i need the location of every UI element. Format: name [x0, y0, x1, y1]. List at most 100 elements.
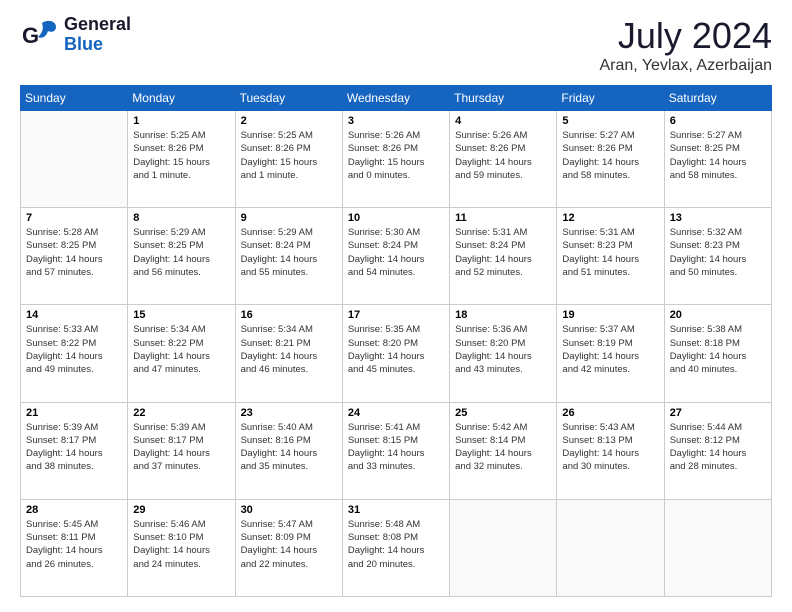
- calendar-cell: 31 Sunrise: 5:48 AM Sunset: 8:08 PM Dayli…: [342, 499, 449, 596]
- day-number: 13: [670, 212, 766, 224]
- day-number: 28: [26, 504, 122, 516]
- day-number: 31: [348, 504, 444, 516]
- day-info: Sunrise: 5:25 AM Sunset: 8:26 PM Dayligh…: [133, 129, 229, 182]
- day-number: 26: [562, 407, 658, 419]
- day-info: Sunrise: 5:26 AM Sunset: 8:26 PM Dayligh…: [455, 129, 551, 182]
- calendar-cell: 27 Sunrise: 5:44 AM Sunset: 8:12 PM Dayli…: [664, 402, 771, 499]
- weekday-header-wednesday: Wednesday: [342, 86, 449, 111]
- calendar-cell: 23 Sunrise: 5:40 AM Sunset: 8:16 PM Dayli…: [235, 402, 342, 499]
- calendar-cell: [21, 111, 128, 208]
- weekday-header-saturday: Saturday: [664, 86, 771, 111]
- weekday-header-tuesday: Tuesday: [235, 86, 342, 111]
- logo-icon: G: [20, 15, 60, 55]
- day-info: Sunrise: 5:39 AM Sunset: 8:17 PM Dayligh…: [26, 421, 122, 474]
- day-number: 21: [26, 407, 122, 419]
- day-info: Sunrise: 5:28 AM Sunset: 8:25 PM Dayligh…: [26, 226, 122, 279]
- calendar-cell: 10 Sunrise: 5:30 AM Sunset: 8:24 PM Dayli…: [342, 208, 449, 305]
- weekday-header-friday: Friday: [557, 86, 664, 111]
- calendar-cell: 7 Sunrise: 5:28 AM Sunset: 8:25 PM Daylig…: [21, 208, 128, 305]
- day-info: Sunrise: 5:36 AM Sunset: 8:20 PM Dayligh…: [455, 323, 551, 376]
- calendar-cell: 17 Sunrise: 5:35 AM Sunset: 8:20 PM Dayli…: [342, 305, 449, 402]
- logo: G General Blue: [20, 15, 131, 55]
- day-info: Sunrise: 5:46 AM Sunset: 8:10 PM Dayligh…: [133, 518, 229, 571]
- calendar-cell: 18 Sunrise: 5:36 AM Sunset: 8:20 PM Dayli…: [450, 305, 557, 402]
- day-info: Sunrise: 5:31 AM Sunset: 8:24 PM Dayligh…: [455, 226, 551, 279]
- calendar-cell: 20 Sunrise: 5:38 AM Sunset: 8:18 PM Dayli…: [664, 305, 771, 402]
- day-number: 14: [26, 309, 122, 321]
- day-info: Sunrise: 5:39 AM Sunset: 8:17 PM Dayligh…: [133, 421, 229, 474]
- day-info: Sunrise: 5:45 AM Sunset: 8:11 PM Dayligh…: [26, 518, 122, 571]
- day-info: Sunrise: 5:40 AM Sunset: 8:16 PM Dayligh…: [241, 421, 337, 474]
- week-row-1: 7 Sunrise: 5:28 AM Sunset: 8:25 PM Daylig…: [21, 208, 772, 305]
- day-info: Sunrise: 5:32 AM Sunset: 8:23 PM Dayligh…: [670, 226, 766, 279]
- day-info: Sunrise: 5:26 AM Sunset: 8:26 PM Dayligh…: [348, 129, 444, 182]
- day-info: Sunrise: 5:42 AM Sunset: 8:14 PM Dayligh…: [455, 421, 551, 474]
- day-number: 25: [455, 407, 551, 419]
- calendar-cell: 24 Sunrise: 5:41 AM Sunset: 8:15 PM Dayli…: [342, 402, 449, 499]
- day-number: 15: [133, 309, 229, 321]
- day-number: 16: [241, 309, 337, 321]
- weekday-header-row: SundayMondayTuesdayWednesdayThursdayFrid…: [21, 86, 772, 111]
- calendar-cell: 28 Sunrise: 5:45 AM Sunset: 8:11 PM Dayli…: [21, 499, 128, 596]
- main-title: July 2024: [599, 15, 772, 57]
- day-number: 22: [133, 407, 229, 419]
- day-info: Sunrise: 5:37 AM Sunset: 8:19 PM Dayligh…: [562, 323, 658, 376]
- svg-text:G: G: [22, 23, 39, 48]
- calendar-cell: 2 Sunrise: 5:25 AM Sunset: 8:26 PM Daylig…: [235, 111, 342, 208]
- day-number: 5: [562, 115, 658, 127]
- day-info: Sunrise: 5:33 AM Sunset: 8:22 PM Dayligh…: [26, 323, 122, 376]
- day-info: Sunrise: 5:35 AM Sunset: 8:20 PM Dayligh…: [348, 323, 444, 376]
- day-number: 18: [455, 309, 551, 321]
- title-block: July 2024 Aran, Yevlax, Azerbaijan: [599, 15, 772, 75]
- day-number: 10: [348, 212, 444, 224]
- calendar-cell: 15 Sunrise: 5:34 AM Sunset: 8:22 PM Dayli…: [128, 305, 235, 402]
- day-number: 7: [26, 212, 122, 224]
- day-number: 19: [562, 309, 658, 321]
- logo-label: General Blue: [64, 15, 131, 55]
- day-number: 23: [241, 407, 337, 419]
- header: G General Blue July 2024 Aran, Yevlax, A…: [20, 15, 772, 75]
- calendar-cell: 21 Sunrise: 5:39 AM Sunset: 8:17 PM Dayli…: [21, 402, 128, 499]
- calendar-cell: 19 Sunrise: 5:37 AM Sunset: 8:19 PM Dayli…: [557, 305, 664, 402]
- weekday-header-sunday: Sunday: [21, 86, 128, 111]
- day-number: 3: [348, 115, 444, 127]
- day-info: Sunrise: 5:29 AM Sunset: 8:25 PM Dayligh…: [133, 226, 229, 279]
- calendar-cell: 26Sunrise: 5:43 AM Sunset: 8:13 PM Dayli…: [557, 402, 664, 499]
- day-info: Sunrise: 5:47 AM Sunset: 8:09 PM Dayligh…: [241, 518, 337, 571]
- weekday-header-monday: Monday: [128, 86, 235, 111]
- day-info: Sunrise: 5:41 AM Sunset: 8:15 PM Dayligh…: [348, 421, 444, 474]
- day-info: Sunrise: 5:34 AM Sunset: 8:22 PM Dayligh…: [133, 323, 229, 376]
- day-info: Sunrise: 5:30 AM Sunset: 8:24 PM Dayligh…: [348, 226, 444, 279]
- day-info: Sunrise: 5:38 AM Sunset: 8:18 PM Dayligh…: [670, 323, 766, 376]
- day-number: 30: [241, 504, 337, 516]
- logo-blue-text: Blue: [64, 35, 131, 55]
- calendar-table: SundayMondayTuesdayWednesdayThursdayFrid…: [20, 85, 772, 597]
- calendar-cell: [664, 499, 771, 596]
- day-info: Sunrise: 5:27 AM Sunset: 8:25 PM Dayligh…: [670, 129, 766, 182]
- day-number: 6: [670, 115, 766, 127]
- day-number: 12: [562, 212, 658, 224]
- calendar-cell: 6 Sunrise: 5:27 AM Sunset: 8:25 PM Daylig…: [664, 111, 771, 208]
- day-number: 2: [241, 115, 337, 127]
- day-number: 17: [348, 309, 444, 321]
- calendar-cell: 9Sunrise: 5:29 AM Sunset: 8:24 PM Daylig…: [235, 208, 342, 305]
- day-number: 11: [455, 212, 551, 224]
- day-number: 1: [133, 115, 229, 127]
- calendar-cell: 12Sunrise: 5:31 AM Sunset: 8:23 PM Dayli…: [557, 208, 664, 305]
- weekday-header-thursday: Thursday: [450, 86, 557, 111]
- calendar-cell: 14 Sunrise: 5:33 AM Sunset: 8:22 PM Dayli…: [21, 305, 128, 402]
- calendar-cell: 8Sunrise: 5:29 AM Sunset: 8:25 PM Daylig…: [128, 208, 235, 305]
- day-info: Sunrise: 5:44 AM Sunset: 8:12 PM Dayligh…: [670, 421, 766, 474]
- week-row-2: 14 Sunrise: 5:33 AM Sunset: 8:22 PM Dayli…: [21, 305, 772, 402]
- calendar-cell: 25 Sunrise: 5:42 AM Sunset: 8:14 PM Dayli…: [450, 402, 557, 499]
- day-number: 24: [348, 407, 444, 419]
- day-info: Sunrise: 5:48 AM Sunset: 8:08 PM Dayligh…: [348, 518, 444, 571]
- week-row-0: 1 Sunrise: 5:25 AM Sunset: 8:26 PM Daylig…: [21, 111, 772, 208]
- calendar-cell: 4Sunrise: 5:26 AM Sunset: 8:26 PM Daylig…: [450, 111, 557, 208]
- day-number: 27: [670, 407, 766, 419]
- subtitle: Aran, Yevlax, Azerbaijan: [599, 57, 772, 75]
- day-info: Sunrise: 5:29 AM Sunset: 8:24 PM Dayligh…: [241, 226, 337, 279]
- day-number: 20: [670, 309, 766, 321]
- calendar-cell: 3 Sunrise: 5:26 AM Sunset: 8:26 PM Daylig…: [342, 111, 449, 208]
- day-info: Sunrise: 5:25 AM Sunset: 8:26 PM Dayligh…: [241, 129, 337, 182]
